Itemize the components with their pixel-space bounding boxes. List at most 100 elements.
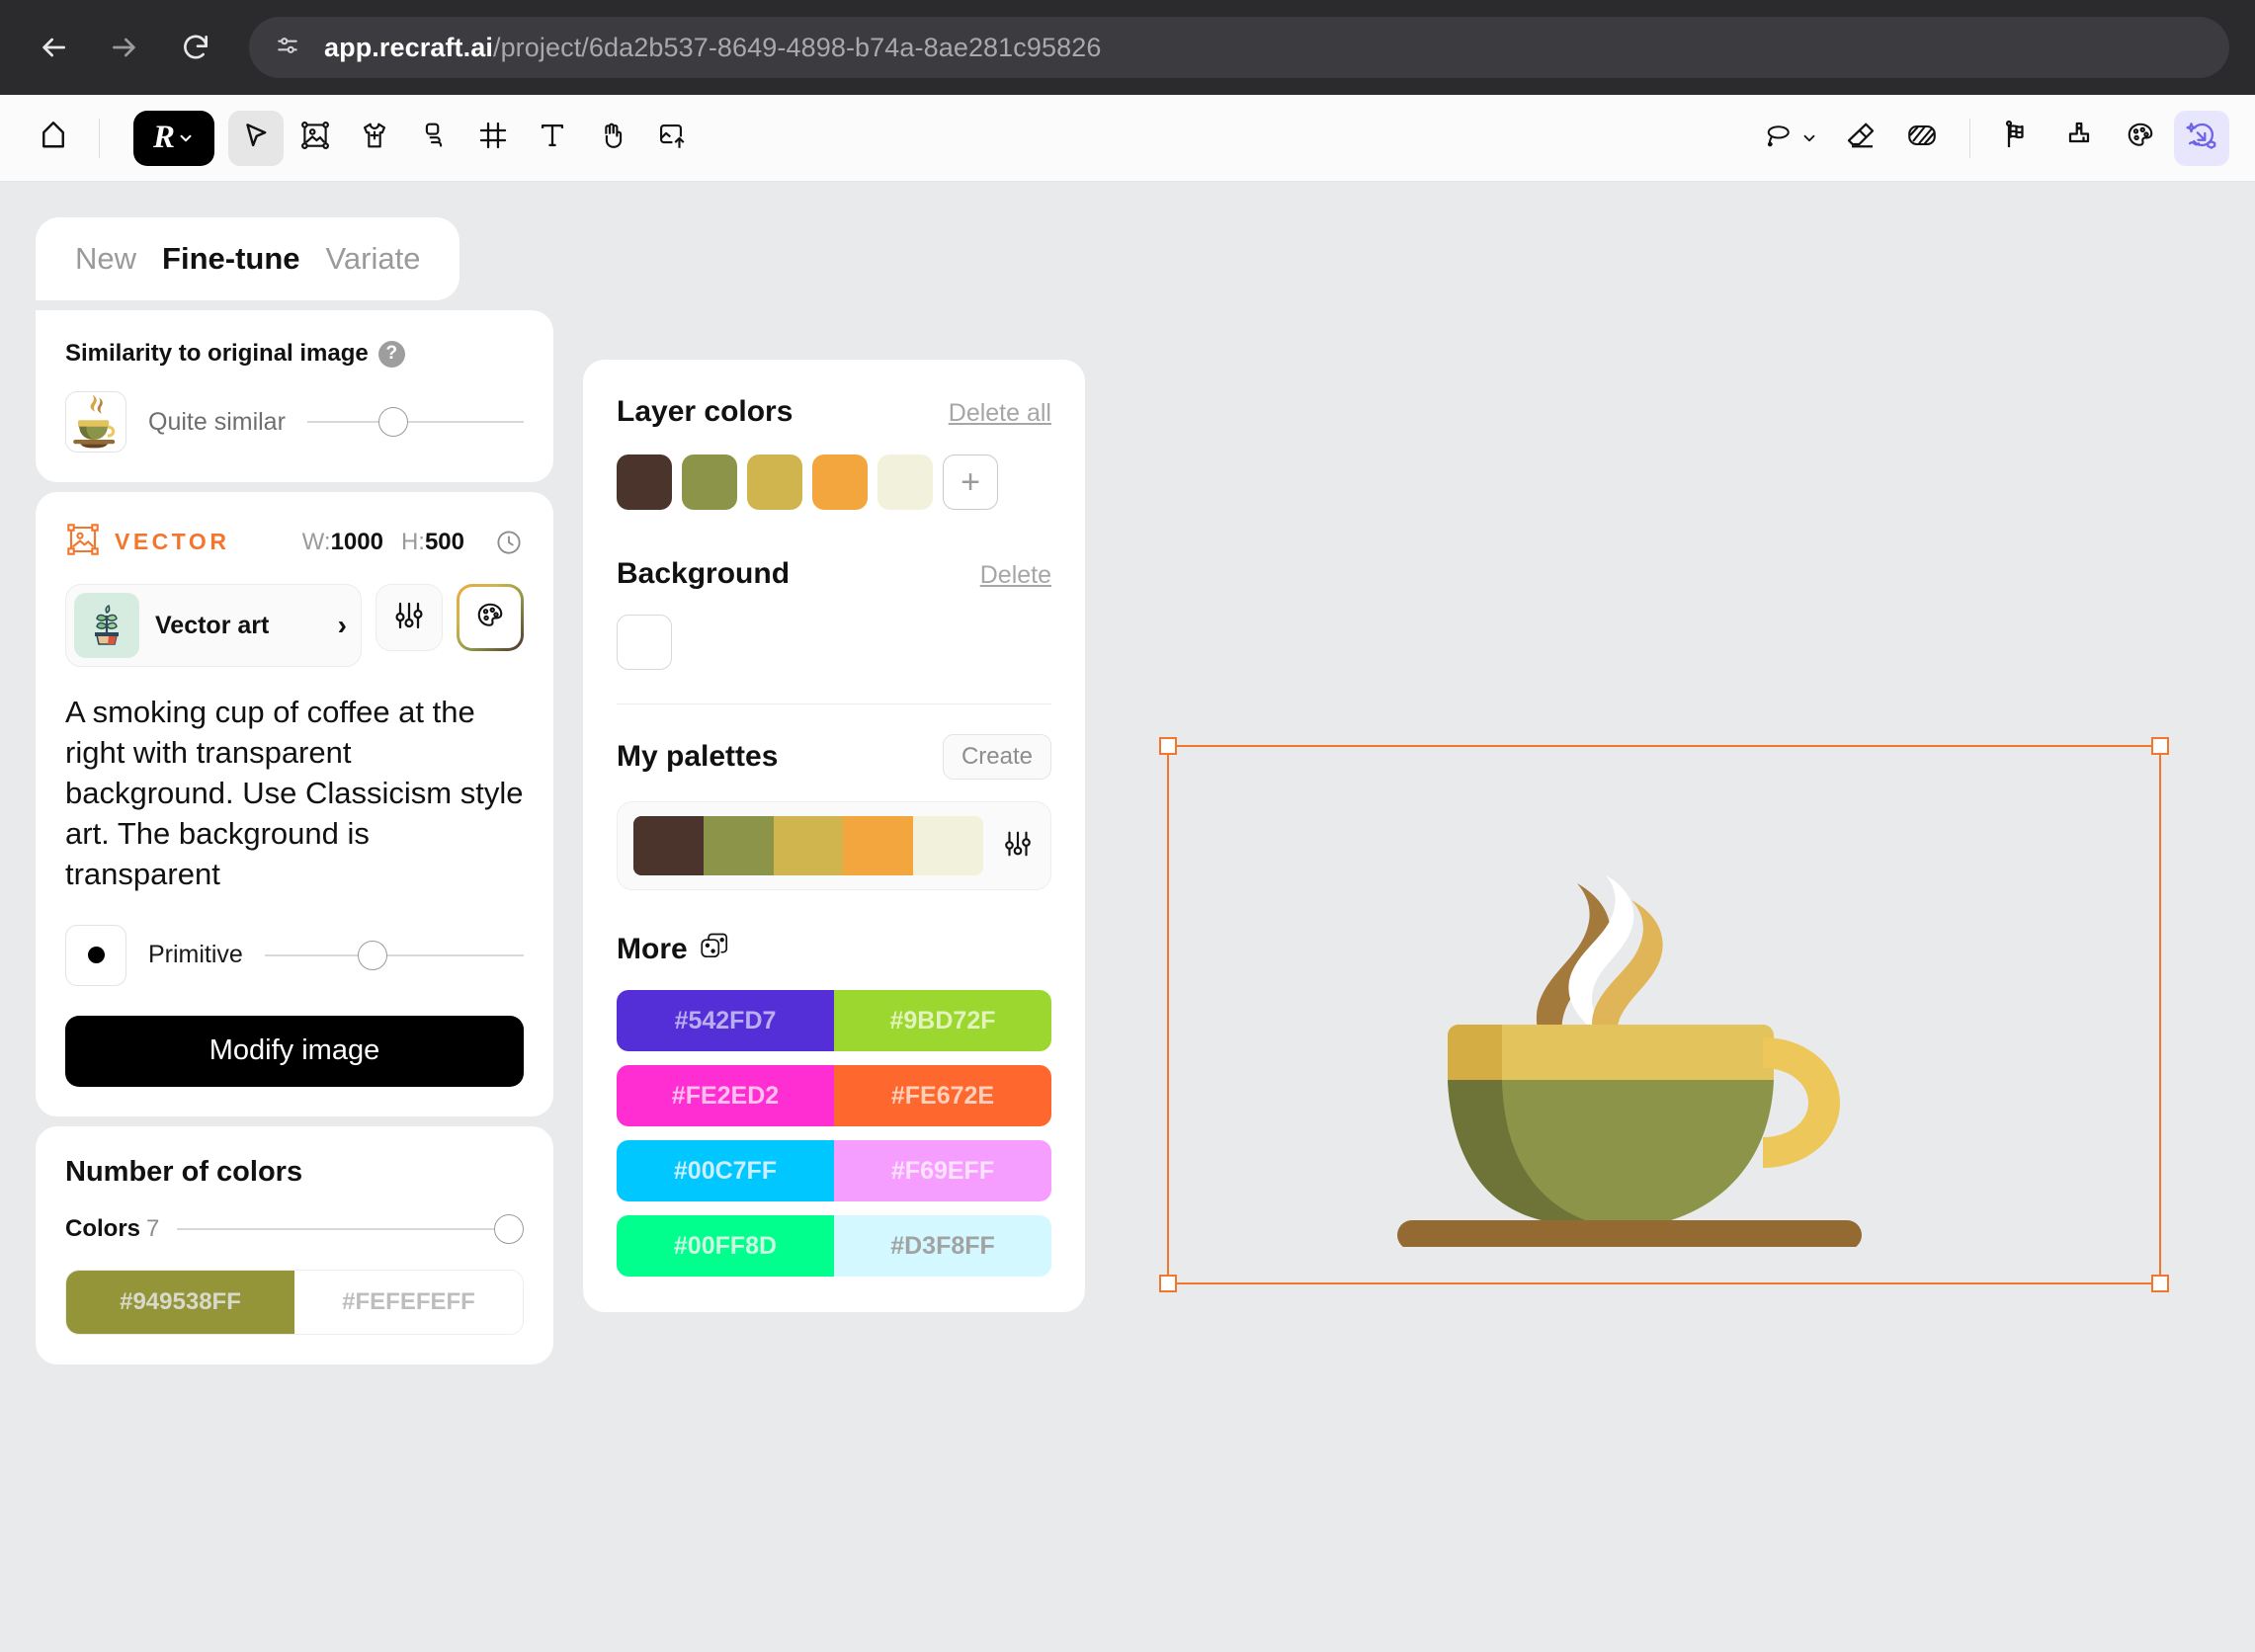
shape-tool-button[interactable] xyxy=(406,111,461,166)
palette-hex-right[interactable]: #D3F8FF xyxy=(834,1215,1051,1277)
chevron-right-icon: › xyxy=(337,610,347,640)
eraser-tool-button[interactable] xyxy=(1833,111,1888,166)
texture-tool-button[interactable] xyxy=(1894,111,1950,166)
workspace: New Fine-tune Variate Similarity to orig… xyxy=(0,182,2255,1652)
more-palette-list: #542FD7 #9BD72F #FE2ED2 #FE672E #00C7FF … xyxy=(617,990,1051,1277)
reload-icon xyxy=(180,32,211,63)
similarity-slider-knob[interactable] xyxy=(378,407,409,437)
app-toolbar: R xyxy=(0,95,2255,182)
mockup-stack-icon xyxy=(2061,118,2097,158)
background-header: Background Delete xyxy=(617,557,1051,591)
similarity-panel: Similarity to original image ? Quite sim… xyxy=(36,310,553,482)
plant-pot-icon-svg xyxy=(95,604,119,645)
shape-tool-icon xyxy=(417,119,451,157)
background-swatch[interactable] xyxy=(617,615,672,670)
layer-color-swatch[interactable] xyxy=(747,454,802,510)
style-flag-button[interactable] xyxy=(1990,111,2046,166)
upload-tool-icon xyxy=(654,119,688,157)
image-tool-button[interactable] xyxy=(288,111,343,166)
hex-inactive-cell[interactable]: #FEFEFEFF xyxy=(294,1270,523,1334)
layer-color-swatch[interactable] xyxy=(617,454,672,510)
sliders-icon[interactable] xyxy=(1001,827,1035,866)
tab-new[interactable]: New xyxy=(75,241,136,277)
chevron-down-icon xyxy=(1803,134,1815,141)
mockup-tool-button[interactable] xyxy=(347,111,402,166)
colors-label: Colors xyxy=(65,1214,141,1242)
primitive-slider-knob[interactable] xyxy=(358,940,388,970)
palette-pair[interactable]: #FE2ED2 #FE672E xyxy=(617,1065,1051,1126)
section-divider xyxy=(617,703,1051,704)
vector-adjust-button[interactable] xyxy=(376,584,443,651)
coffee-cup-illustration[interactable] xyxy=(1169,747,2159,1282)
palette-button[interactable] xyxy=(2113,111,2168,166)
hex-active-cell[interactable]: #949538FF xyxy=(66,1270,294,1334)
toolbar-right-group xyxy=(1752,110,2229,166)
plant-pot-icon xyxy=(74,593,139,658)
site-settings-button[interactable] xyxy=(267,27,308,68)
tab-fine-tune[interactable]: Fine-tune xyxy=(162,241,300,277)
colors-slider-knob[interactable] xyxy=(494,1213,524,1244)
create-palette-button[interactable]: Create xyxy=(942,734,1051,780)
palette-color xyxy=(633,816,704,875)
primitive-slider[interactable] xyxy=(264,940,524,970)
dice-icon[interactable] xyxy=(700,932,733,966)
primitive-shape-button[interactable] xyxy=(65,924,126,986)
palette-hex-left[interactable]: #542FD7 xyxy=(617,990,834,1051)
coffee-cup-thumbnail[interactable] xyxy=(65,391,126,453)
vector-palette-button[interactable] xyxy=(457,584,524,651)
mode-tabs: New Fine-tune Variate xyxy=(36,217,460,300)
layer-colors-swatches: + xyxy=(617,454,1051,510)
upload-tool-button[interactable] xyxy=(643,111,699,166)
modify-image-button[interactable]: Modify image xyxy=(65,1015,524,1087)
layer-colors-header: Layer colors Delete all xyxy=(617,395,1051,429)
palette-item[interactable] xyxy=(617,801,1051,890)
layer-color-swatch[interactable] xyxy=(682,454,737,510)
reload-button[interactable] xyxy=(168,20,223,75)
palette-pair[interactable]: #00FF8D #D3F8FF xyxy=(617,1215,1051,1277)
mockup-stack-button[interactable] xyxy=(2051,111,2107,166)
frame-tool-button[interactable] xyxy=(465,111,521,166)
palette-hex-right[interactable]: #F69EFF xyxy=(834,1140,1051,1201)
palette-pair[interactable]: #00C7FF #F69EFF xyxy=(617,1140,1051,1201)
hand-tool-button[interactable] xyxy=(584,111,639,166)
text-tool-button[interactable] xyxy=(525,111,580,166)
address-bar[interactable]: app.recraft.ai/project/6da2b537-8649-489… xyxy=(249,17,2229,78)
similarity-slider[interactable] xyxy=(306,407,524,437)
layer-color-swatch[interactable] xyxy=(877,454,933,510)
clock-icon[interactable] xyxy=(494,528,524,557)
colors-slider[interactable] xyxy=(177,1213,524,1244)
home-icon-button[interactable] xyxy=(26,111,81,166)
delete-all-link[interactable]: Delete all xyxy=(949,399,1051,428)
generate-icon xyxy=(2184,118,2219,158)
primitive-label: Primitive xyxy=(148,941,243,969)
palette-hex-left[interactable]: #FE2ED2 xyxy=(617,1065,834,1126)
layer-color-swatch[interactable] xyxy=(812,454,868,510)
forward-button[interactable] xyxy=(97,20,152,75)
vector-style-selector[interactable]: Vector art › xyxy=(65,584,362,667)
height-value: 500 xyxy=(424,528,464,555)
height-key: H: xyxy=(400,528,425,555)
palette-hex-left[interactable]: #00C7FF xyxy=(617,1140,834,1201)
vector-frame-icon xyxy=(65,522,101,562)
back-button[interactable] xyxy=(26,20,81,75)
palette-pair[interactable]: #542FD7 #9BD72F xyxy=(617,990,1051,1051)
prompt-text[interactable]: A smoking cup of coffee at the right wit… xyxy=(65,693,524,895)
select-tool-icon xyxy=(239,119,273,157)
plus-icon[interactable]: + xyxy=(943,454,998,510)
primitive-row: Primitive xyxy=(65,924,524,986)
palette-hex-right[interactable]: #9BD72F xyxy=(834,990,1051,1051)
question-mark-icon[interactable]: ? xyxy=(377,340,405,368)
vector-style-name: Vector art xyxy=(155,611,270,639)
lasso-tool-button[interactable] xyxy=(1752,111,1827,166)
canvas-selection-frame[interactable] xyxy=(1159,737,2169,1292)
palette-color xyxy=(843,816,914,875)
select-tool-button[interactable] xyxy=(228,110,284,166)
colors-value: 7 xyxy=(146,1214,160,1242)
palette-hex-right[interactable]: #FE672E xyxy=(834,1065,1051,1126)
url-host: app.recraft.ai xyxy=(324,32,493,62)
palette-hex-left[interactable]: #00FF8D xyxy=(617,1215,834,1277)
delete-link[interactable]: Delete xyxy=(980,561,1051,590)
recraft-logo-button[interactable]: R xyxy=(133,110,214,166)
tab-variate[interactable]: Variate xyxy=(326,241,421,277)
generate-button[interactable] xyxy=(2174,110,2229,166)
